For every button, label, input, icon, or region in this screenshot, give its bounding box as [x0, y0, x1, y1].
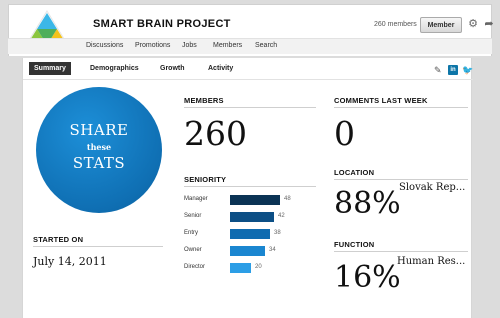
seniority-rule	[184, 186, 316, 187]
nav-promotions[interactable]: Promotions	[135, 42, 170, 49]
seniority-bar[interactable]	[230, 246, 265, 256]
tab-divider	[23, 79, 473, 80]
seniority-name: Manager	[184, 196, 208, 202]
tab-demographics[interactable]: Demographics	[85, 62, 144, 75]
members-value: 260	[184, 114, 247, 153]
function-label: FUNCTION	[334, 240, 375, 249]
seniority-value: 38	[274, 230, 281, 236]
comments-label: COMMENTS LAST WEEK	[334, 96, 428, 105]
members-rule	[184, 107, 316, 108]
seniority-bar[interactable]	[230, 229, 270, 239]
nav-discussions[interactable]: Discussions	[86, 42, 123, 49]
seniority-row: Manager 48	[184, 195, 314, 205]
seniority-name: Entry	[184, 230, 199, 236]
group-title[interactable]: SMART BRAIN PROJECT	[93, 18, 231, 30]
seniority-row: Director 20	[184, 263, 314, 273]
function-percent: 16%	[334, 260, 401, 295]
function-rule	[334, 251, 468, 252]
seniority-value: 20	[255, 264, 262, 270]
seniority-bar[interactable]	[230, 212, 274, 222]
member-count[interactable]: 260 members	[374, 21, 417, 28]
nav-jobs[interactable]: Jobs	[182, 42, 197, 49]
members-label: MEMBERS	[184, 96, 224, 105]
seniority-bar[interactable]	[230, 195, 280, 205]
seniority-name: Senior	[184, 213, 202, 219]
location-percent: 88%	[334, 186, 401, 221]
share-arrow-icon[interactable]: ➦	[483, 17, 495, 31]
linkedin-icon[interactable]: in	[448, 65, 458, 75]
function-name: Human Res...	[397, 256, 466, 267]
started-on-date: July 14, 2011	[33, 255, 107, 268]
seniority-bar[interactable]	[230, 263, 251, 273]
tab-activity[interactable]: Activity	[203, 62, 238, 75]
started-on-rule	[33, 246, 163, 247]
share-stats-circle[interactable]: SHARE these STATS	[36, 87, 162, 213]
seniority-name: Owner	[184, 247, 202, 253]
gear-icon[interactable]: ⚙	[467, 17, 479, 31]
share-line: SHARE	[69, 121, 129, 139]
twitter-bird-icon[interactable]: 🐦	[462, 65, 473, 75]
seniority-row: Entry 38	[184, 229, 314, 239]
location-label: LOCATION	[334, 168, 375, 177]
location-rule	[334, 179, 468, 180]
tab-growth[interactable]: Growth	[155, 62, 190, 75]
seniority-value: 48	[284, 196, 291, 202]
nav-members[interactable]: Members	[213, 42, 242, 49]
group-nav: Discussions Promotions Jobs Members Sear…	[8, 38, 492, 54]
seniority-label: SENIORITY	[184, 175, 227, 184]
pencil-icon[interactable]: ✎	[434, 65, 444, 75]
location-name: Slovak Rep...	[399, 182, 466, 193]
seniority-value: 34	[269, 247, 276, 253]
comments-rule	[334, 107, 468, 108]
tab-summary[interactable]: Summary	[29, 62, 71, 75]
stats-tab-bar: Summary Demographics Growth Activity ✎ i…	[23, 60, 473, 76]
stats-line: STATS	[72, 154, 126, 172]
nav-search[interactable]: Search	[255, 42, 277, 49]
started-on-label: STARTED ON	[33, 235, 84, 244]
seniority-value: 42	[278, 213, 285, 219]
seniority-name: Director	[184, 264, 206, 270]
comments-value: 0	[334, 114, 355, 153]
these-line: these	[86, 142, 112, 152]
seniority-row: Owner 34	[184, 246, 314, 256]
member-button[interactable]: Member	[420, 17, 462, 33]
seniority-row: Senior 42	[184, 212, 314, 222]
